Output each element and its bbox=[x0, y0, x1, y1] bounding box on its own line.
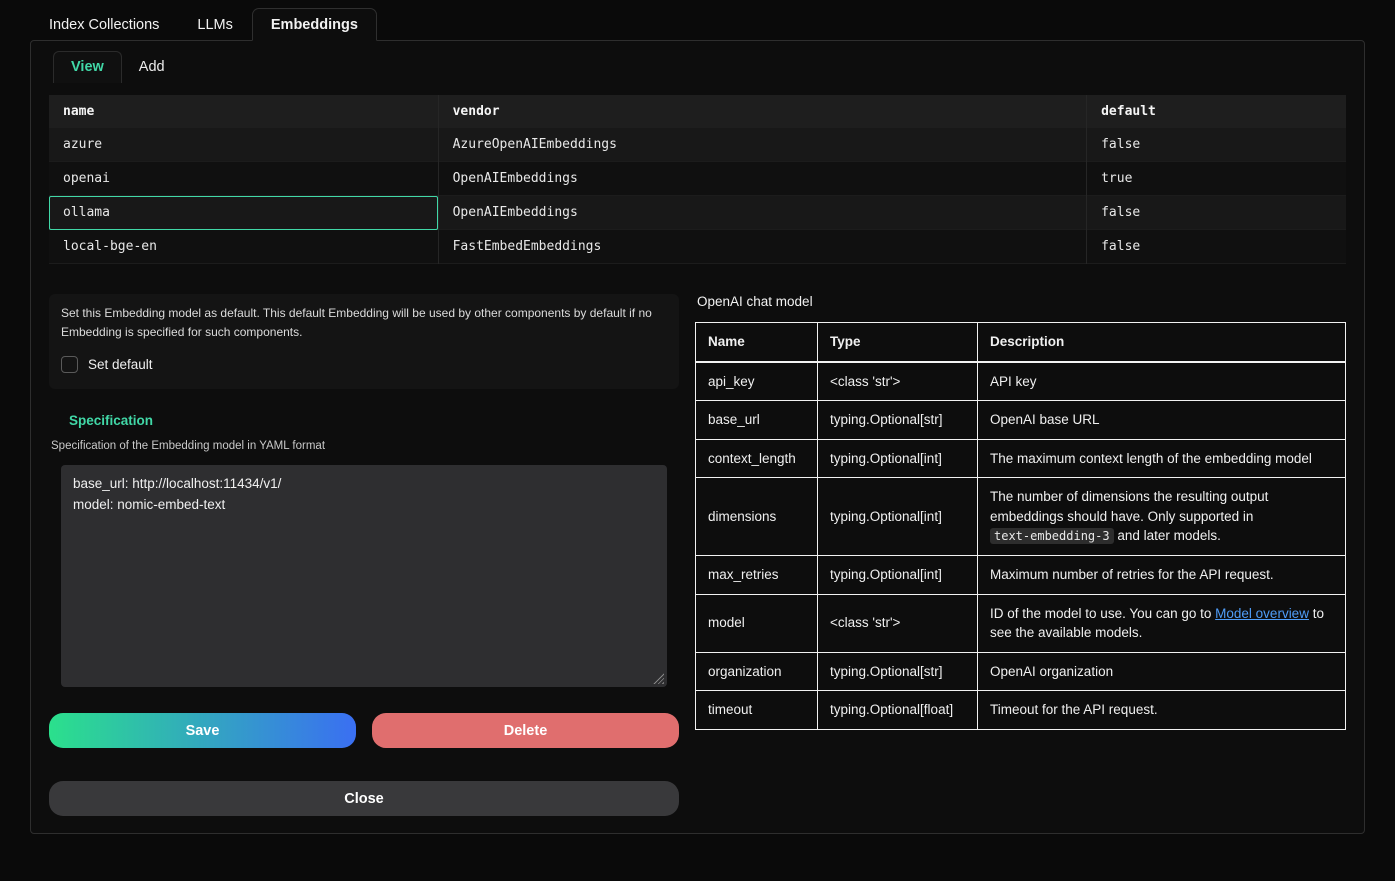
model-column-type: Type bbox=[818, 323, 978, 362]
cell-default[interactable]: false bbox=[1087, 196, 1346, 230]
detail-section: Set this Embedding model as default. Thi… bbox=[31, 294, 1364, 816]
model-info-panel: OpenAI chat model NameTypeDescription ap… bbox=[695, 294, 1346, 816]
set-default-checkbox[interactable] bbox=[61, 356, 78, 373]
model-panel-title: OpenAI chat model bbox=[697, 294, 1346, 309]
embedding-row-openai[interactable]: openaiOpenAIEmbeddingstrue bbox=[49, 162, 1346, 196]
column-header-name[interactable]: name bbox=[49, 95, 438, 128]
delete-button[interactable]: Delete bbox=[372, 713, 679, 748]
model-cell-description: OpenAI base URL bbox=[978, 401, 1346, 440]
save-button[interactable]: Save bbox=[49, 713, 356, 748]
model-cell-name: model bbox=[696, 594, 818, 652]
close-button[interactable]: Close bbox=[49, 781, 679, 816]
cell-default[interactable]: false bbox=[1087, 230, 1346, 264]
embedding-row-azure[interactable]: azureAzureOpenAIEmbeddingsfalse bbox=[49, 128, 1346, 162]
model-cell-name: base_url bbox=[696, 401, 818, 440]
embedding-row-local-bge-en[interactable]: local-bge-enFastEmbedEmbeddingsfalse bbox=[49, 230, 1346, 264]
default-setting-card: Set this Embedding model as default. Thi… bbox=[49, 294, 679, 389]
model-cell-description: The number of dimensions the resulting o… bbox=[978, 478, 1346, 556]
cell-vendor[interactable]: OpenAIEmbeddings bbox=[438, 196, 1087, 230]
cell-default[interactable]: true bbox=[1087, 162, 1346, 196]
model-cell-type: typing.Optional[str] bbox=[818, 652, 978, 691]
model-row-timeout: timeouttyping.Optional[float]Timeout for… bbox=[696, 691, 1346, 730]
action-buttons: Save Delete bbox=[49, 713, 679, 748]
model-column-description: Description bbox=[978, 323, 1346, 362]
model-cell-type: typing.Optional[int] bbox=[818, 555, 978, 594]
embedding-detail-panel: Set this Embedding model as default. Thi… bbox=[49, 294, 679, 816]
tab-embeddings[interactable]: Embeddings bbox=[252, 8, 377, 41]
embedding-row-ollama[interactable]: ollamaOpenAIEmbeddingsfalse bbox=[49, 196, 1346, 230]
column-header-vendor[interactable]: vendor bbox=[438, 95, 1087, 128]
model-cell-name: organization bbox=[696, 652, 818, 691]
model-cell-type: typing.Optional[int] bbox=[818, 478, 978, 556]
model-cell-description: Maximum number of retries for the API re… bbox=[978, 555, 1346, 594]
model-overview-link[interactable]: Model overview bbox=[1215, 606, 1309, 621]
tab-index-collections[interactable]: Index Collections bbox=[30, 8, 178, 40]
specification-heading: Specification bbox=[69, 413, 679, 428]
inline-code: text-embedding-3 bbox=[990, 528, 1114, 544]
model-parameters-table: NameTypeDescription api_key<class 'str'>… bbox=[695, 322, 1346, 730]
tab-llms[interactable]: LLMs bbox=[178, 8, 251, 40]
model-cell-description: Timeout for the API request. bbox=[978, 691, 1346, 730]
page: Index CollectionsLLMsEmbeddings ViewAdd … bbox=[0, 0, 1395, 834]
set-default-row: Set default bbox=[61, 356, 667, 373]
embeddings-table-body: azureAzureOpenAIEmbeddingsfalseopenaiOpe… bbox=[49, 128, 1346, 264]
model-cell-description: The maximum context length of the embedd… bbox=[978, 439, 1346, 478]
model-cell-description: OpenAI organization bbox=[978, 652, 1346, 691]
cell-default[interactable]: false bbox=[1087, 128, 1346, 162]
model-cell-type: typing.Optional[str] bbox=[818, 401, 978, 440]
model-row-model: model<class 'str'>ID of the model to use… bbox=[696, 594, 1346, 652]
cell-vendor[interactable]: FastEmbedEmbeddings bbox=[438, 230, 1087, 264]
yaml-editor-wrap: base_url: http://localhost:11434/v1/ mod… bbox=[61, 465, 667, 687]
model-cell-type: <class 'str'> bbox=[818, 594, 978, 652]
subtab-add[interactable]: Add bbox=[122, 52, 182, 83]
model-cell-name: timeout bbox=[696, 691, 818, 730]
cell-vendor[interactable]: OpenAIEmbeddings bbox=[438, 162, 1087, 196]
model-cell-description: ID of the model to use. You can go to Mo… bbox=[978, 594, 1346, 652]
model-cell-type: typing.Optional[int] bbox=[818, 439, 978, 478]
model-cell-name: max_retries bbox=[696, 555, 818, 594]
set-default-label: Set default bbox=[88, 357, 153, 372]
model-column-name: Name bbox=[696, 323, 818, 362]
embeddings-table-header-row: namevendordefault bbox=[49, 95, 1346, 128]
model-row-max-retries: max_retriestyping.Optional[int]Maximum n… bbox=[696, 555, 1346, 594]
model-table-body: api_key<class 'str'>API keybase_urltypin… bbox=[696, 362, 1346, 730]
specification-subtext: Specification of the Embedding model in … bbox=[51, 440, 679, 452]
model-row-base-url: base_urltyping.Optional[str]OpenAI base … bbox=[696, 401, 1346, 440]
cell-name[interactable]: ollama bbox=[49, 196, 438, 230]
cell-vendor[interactable]: AzureOpenAIEmbeddings bbox=[438, 128, 1087, 162]
subtab-view[interactable]: View bbox=[53, 51, 122, 83]
model-row-api-key: api_key<class 'str'>API key bbox=[696, 362, 1346, 401]
model-cell-name: api_key bbox=[696, 362, 818, 401]
model-cell-type: typing.Optional[float] bbox=[818, 691, 978, 730]
model-cell-description: API key bbox=[978, 362, 1346, 401]
model-row-context-length: context_lengthtyping.Optional[int]The ma… bbox=[696, 439, 1346, 478]
model-cell-type: <class 'str'> bbox=[818, 362, 978, 401]
model-row-organization: organizationtyping.Optional[str]OpenAI o… bbox=[696, 652, 1346, 691]
top-tabs: Index CollectionsLLMsEmbeddings bbox=[30, 8, 1365, 40]
cell-name[interactable]: azure bbox=[49, 128, 438, 162]
yaml-editor[interactable]: base_url: http://localhost:11434/v1/ mod… bbox=[61, 465, 667, 687]
model-table-header-row: NameTypeDescription bbox=[696, 323, 1346, 362]
embeddings-table: namevendordefault azureAzureOpenAIEmbedd… bbox=[49, 95, 1346, 264]
model-cell-name: context_length bbox=[696, 439, 818, 478]
column-header-default[interactable]: default bbox=[1087, 95, 1346, 128]
cell-name[interactable]: openai bbox=[49, 162, 438, 196]
cell-name[interactable]: local-bge-en bbox=[49, 230, 438, 264]
sub-tabs: ViewAdd bbox=[53, 51, 1364, 83]
main-panel: ViewAdd namevendordefault azureAzureOpen… bbox=[30, 40, 1365, 834]
model-row-dimensions: dimensionstyping.Optional[int]The number… bbox=[696, 478, 1346, 556]
model-cell-name: dimensions bbox=[696, 478, 818, 556]
default-description: Set this Embedding model as default. Thi… bbox=[61, 304, 667, 341]
